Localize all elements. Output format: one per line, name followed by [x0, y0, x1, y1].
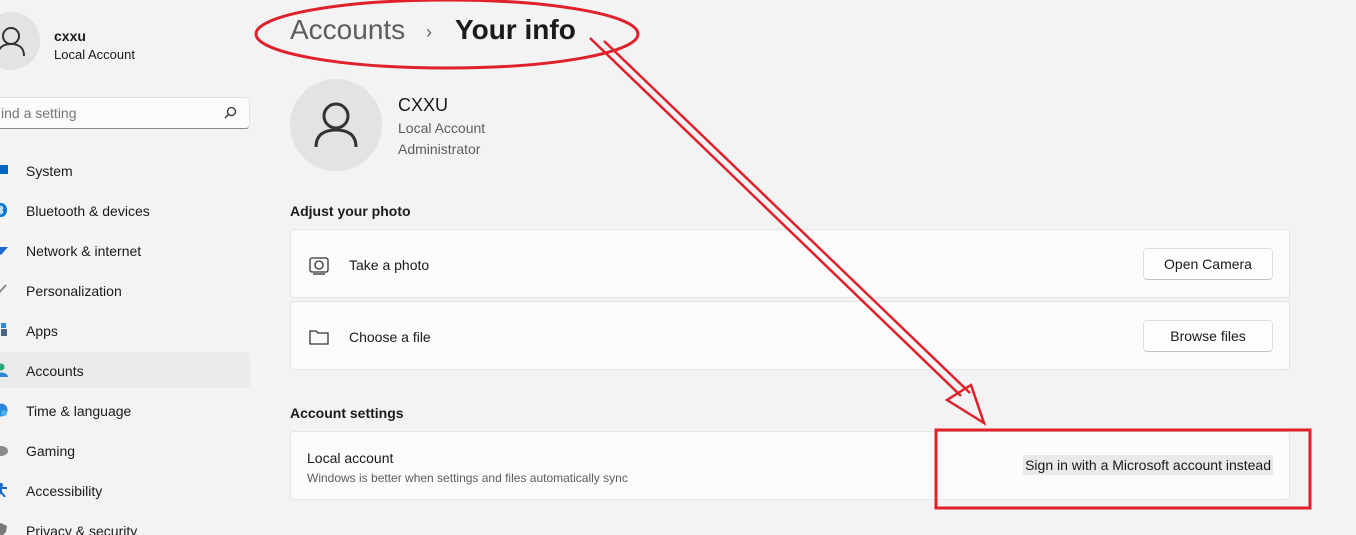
wifi-icon: [0, 247, 8, 255]
sidebar-item-label: Bluetooth & devices: [26, 203, 150, 219]
sidebar-item-accounts[interactable]: Accounts: [0, 352, 250, 388]
profile-avatar: [290, 79, 382, 171]
gamepad-icon: [0, 446, 8, 456]
user-name: cxxu: [54, 28, 86, 44]
user-account-type: Local Account: [54, 47, 135, 62]
open-camera-button[interactable]: Open Camera: [1143, 248, 1273, 280]
sidebar-item-network[interactable]: Network & internet: [0, 232, 250, 268]
brush-icon: [0, 284, 7, 294]
sidebar-item-label: Gaming: [26, 443, 76, 459]
sidebar-item-label: Privacy & security: [26, 523, 138, 535]
accessibility-icon: [0, 483, 7, 497]
sidebar-item-label: Apps: [26, 323, 58, 339]
choose-file-label: Choose a file: [349, 329, 431, 345]
local-account-title: Local account: [307, 450, 394, 466]
apps-icon: [1, 323, 7, 336]
sidebar-item-apps[interactable]: Apps: [0, 312, 250, 348]
user-header[interactable]: cxxu Local Account: [0, 12, 260, 72]
person-icon: [0, 27, 25, 57]
local-account-subtitle: Windows is better when settings and file…: [307, 471, 628, 485]
take-photo-label: Take a photo: [349, 257, 430, 273]
sidebar-item-label: Personalization: [26, 283, 122, 299]
sign-in-microsoft-account-link[interactable]: Sign in with a Microsoft account instead: [1023, 455, 1273, 475]
page-title: Your info: [455, 14, 576, 45]
search-icon[interactable]: [222, 105, 238, 121]
take-photo-card: Take a photo Open Camera: [290, 229, 1290, 298]
monitor-icon: [0, 165, 8, 174]
camera-icon: [309, 257, 329, 275]
bluetooth-icon: [0, 203, 7, 217]
sidebar-item-personalization[interactable]: Personalization: [0, 272, 250, 308]
profile-name: CXXU: [398, 95, 449, 115]
shield-icon: [0, 523, 7, 535]
person-icon: [314, 102, 358, 148]
section-title-photo: Adjust your photo: [290, 203, 411, 219]
browse-files-button[interactable]: Browse files: [1143, 320, 1273, 352]
search-input[interactable]: [0, 97, 250, 129]
profile-role: Administrator: [398, 141, 481, 157]
sidebar-item-time-language[interactable]: Time & language: [0, 392, 250, 428]
section-title-account-settings: Account settings: [290, 405, 404, 421]
breadcrumb-separator: ›: [426, 22, 432, 42]
sidebar: cxxu Local Account System Bluetooth & de…: [0, 0, 260, 535]
person-icon: [0, 363, 8, 377]
breadcrumb-parent[interactable]: Accounts: [290, 14, 405, 46]
user-avatar: [0, 12, 40, 70]
sidebar-item-label: Accessibility: [26, 483, 103, 499]
choose-file-card: Choose a file Browse files: [290, 301, 1290, 370]
sidebar-item-accessibility[interactable]: Accessibility: [0, 472, 250, 508]
profile-account-type: Local Account: [398, 120, 486, 136]
sidebar-item-label: Time & language: [26, 403, 132, 419]
sidebar-item-gaming[interactable]: Gaming: [0, 432, 250, 468]
sidebar-item-label: Accounts: [26, 363, 84, 379]
sidebar-item-label: System: [26, 163, 73, 179]
globe-icon: [0, 403, 8, 417]
sidebar-item-bluetooth[interactable]: Bluetooth & devices: [0, 192, 250, 228]
sidebar-item-privacy[interactable]: Privacy & security: [0, 512, 250, 535]
local-account-card: Local account Windows is better when set…: [290, 431, 1290, 500]
sidebar-nav: System Bluetooth & devices Network & int…: [0, 152, 260, 535]
sidebar-item-system[interactable]: System: [0, 152, 250, 188]
sidebar-item-label: Network & internet: [26, 243, 142, 259]
folder-icon: [309, 330, 329, 345]
